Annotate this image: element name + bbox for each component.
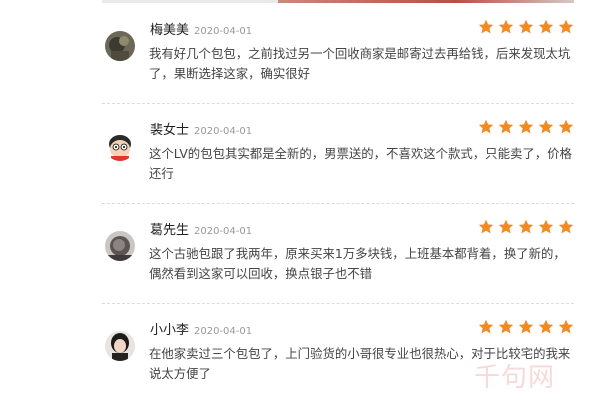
avatar [105,131,135,161]
star-icon [498,319,514,335]
reviewer-name: 葛先生 [150,223,190,238]
avatar [105,231,135,261]
avatar [105,331,135,361]
star-icon [498,219,514,235]
rating-stars [478,219,574,235]
reviews-page: 梅美美 2020-04-01 我有好几个包包，之前找过另一个回收商家是邮寄过去再… [0,0,600,400]
reviewer-name: 梅美美 [150,23,190,38]
review-item: 梅美美 2020-04-01 我有好几个包包，之前找过另一个回收商家是邮寄过去再… [102,19,574,104]
top-image-accent [278,0,574,3]
review-comment: 我有好几个包包，之前找过另一个回收商家是邮寄过去再给钱，后来发现太坑了，果断选择… [149,46,571,81]
review-date: 2020-04-01 [194,226,253,237]
rating-stars [478,119,574,135]
review-date: 2020-04-01 [194,126,253,137]
review-comment: 这个LV的包包其实都是全新的，男票送的，不喜欢这个款式，只能卖了，价格还行 [149,146,572,181]
star-icon [518,19,534,35]
star-icon [478,119,494,135]
review-comment: 这个古驰包跟了我两年，原来买来1万多块钱，上班基本都背着，换了新的，偶然看到这家… [149,246,566,281]
star-icon [558,319,574,335]
reviewer-name: 小小李 [150,323,190,338]
watermark: 千句网 [474,363,556,393]
star-icon [538,119,554,135]
star-icon [518,119,534,135]
rating-stars [478,319,574,335]
star-icon [478,219,494,235]
star-icon [478,319,494,335]
review-item: 葛先生 2020-04-01 这个古驰包跟了我两年，原来买来1万多块钱，上班基本… [102,219,574,304]
star-icon [498,119,514,135]
star-icon [538,319,554,335]
star-icon [498,19,514,35]
avatar [105,31,135,61]
star-icon [538,219,554,235]
review-divider [102,203,574,204]
star-icon [518,319,534,335]
review-item: 裴女士 2020-04-01 这个LV的包包其实都是全新的，男票送的，不喜欢这个… [102,119,574,204]
star-icon [558,219,574,235]
review-divider [102,303,574,304]
star-icon [558,119,574,135]
review-divider [102,103,574,104]
review-date: 2020-04-01 [194,326,253,337]
star-icon [478,19,494,35]
reviewer-name: 裴女士 [150,123,190,138]
review-date: 2020-04-01 [194,26,253,37]
rating-stars [478,19,574,35]
star-icon [518,219,534,235]
star-icon [538,19,554,35]
star-icon [558,19,574,35]
